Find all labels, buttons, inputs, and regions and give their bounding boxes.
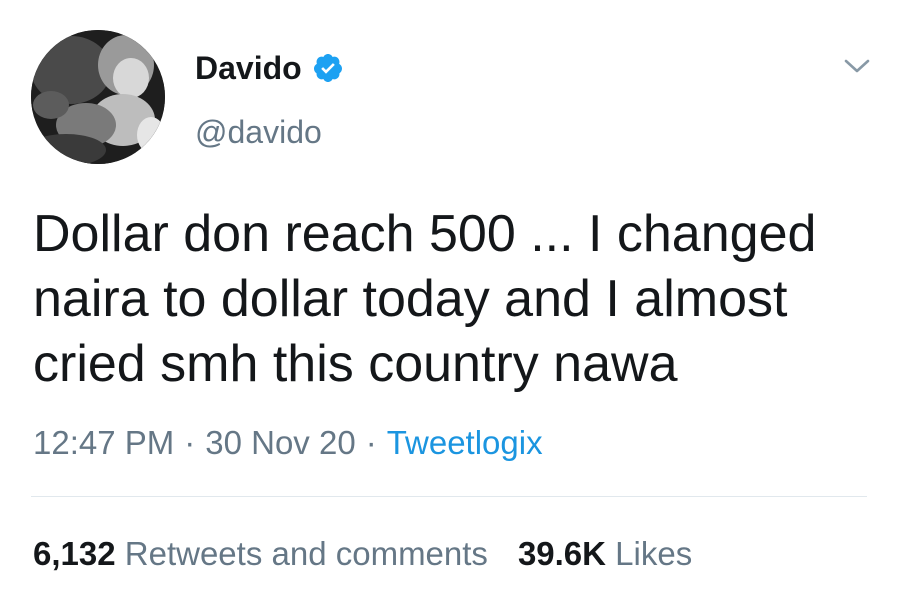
retweets-stat[interactable]: 6,132 Retweets and comments bbox=[33, 535, 488, 572]
author-name-row[interactable]: Davido bbox=[195, 48, 344, 88]
username-handle[interactable]: @davido bbox=[195, 112, 322, 152]
chevron-down-icon[interactable] bbox=[843, 56, 871, 76]
likes-stat[interactable]: 39.6K Likes bbox=[518, 535, 692, 572]
divider bbox=[31, 496, 867, 497]
tweet-text: Dollar don reach 500 ... I changed naira… bbox=[33, 205, 817, 393]
likes-label: Likes bbox=[615, 535, 693, 572]
tweet-date[interactable]: 30 Nov 20 bbox=[205, 424, 355, 461]
profile-photo bbox=[31, 30, 165, 164]
tweet-time[interactable]: 12:47 PM bbox=[33, 424, 174, 461]
tweet-source-link[interactable]: Tweetlogix bbox=[387, 424, 543, 461]
verified-badge-icon bbox=[312, 52, 344, 84]
separator-dot: · bbox=[184, 424, 196, 461]
tweet-card: Davido @davido Dollar don reach 500 ... … bbox=[0, 0, 898, 602]
likes-count: 39.6K bbox=[517, 535, 606, 572]
separator-dot: · bbox=[365, 424, 377, 461]
retweets-label: Retweets and comments bbox=[124, 535, 488, 572]
display-name[interactable]: Davido bbox=[195, 48, 302, 88]
tweet-meta: 12:47 PM · 30 Nov 20 · Tweetlogix bbox=[33, 422, 543, 464]
avatar[interactable] bbox=[31, 30, 165, 164]
tweet-stats: 6,132 Retweets and comments 39.6K Likes bbox=[33, 533, 692, 575]
retweets-count: 6,132 bbox=[33, 535, 116, 572]
